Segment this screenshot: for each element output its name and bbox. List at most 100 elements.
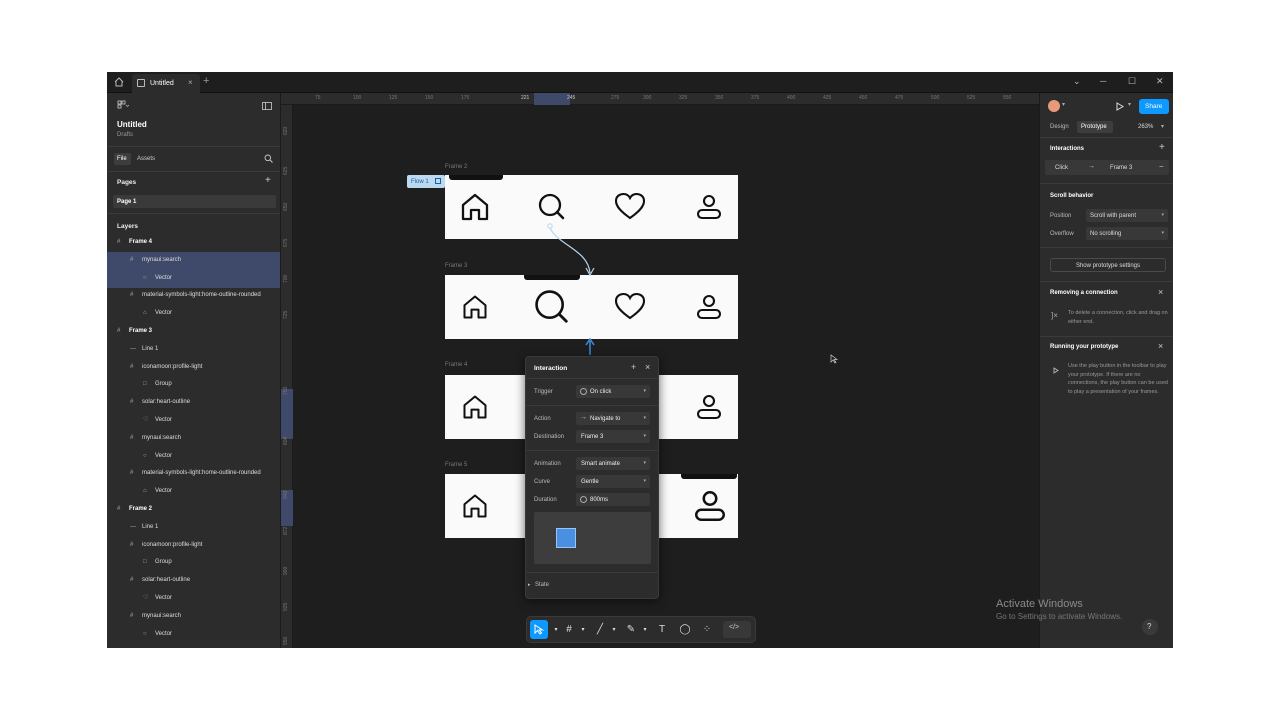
action-select[interactable]: → Navigate to ▾ <box>576 412 650 425</box>
interactions-title: Interactions <box>1050 146 1085 152</box>
overflow-select[interactable]: No scrolling ▾ <box>1086 227 1168 240</box>
layer-row[interactable]: # material-symbols-light:home-outline-rou… <box>107 287 280 305</box>
new-tab-button[interactable]: + <box>203 75 209 87</box>
frame-5-label[interactable]: Frame 5 <box>445 462 467 468</box>
close-icon[interactable]: × <box>1158 341 1163 351</box>
chevron-down-icon[interactable]: ▾ <box>576 623 590 637</box>
animation-select[interactable]: Smart animate ▾ <box>576 457 650 470</box>
close-window-button[interactable]: ✕ <box>1156 76 1164 87</box>
layer-row[interactable]: ○ Vector <box>107 269 280 288</box>
flow-play-icon[interactable] <box>435 178 441 184</box>
layer-label: material-symbols-light:home-outline-roun… <box>142 292 261 299</box>
help-button[interactable]: ? <box>1142 619 1158 635</box>
tab-design[interactable]: Design <box>1050 124 1069 130</box>
layer-label: Vector <box>155 274 173 281</box>
layer-row[interactable]: # mynaui:search <box>107 608 280 626</box>
state-label[interactable]: State <box>535 582 549 588</box>
home-icon[interactable] <box>114 77 124 87</box>
layer-row[interactable]: # solar:heart-outline <box>107 394 280 412</box>
duration-input[interactable]: 800ms <box>576 493 650 506</box>
file-name[interactable]: Untitled <box>117 120 147 129</box>
frame-2-label[interactable]: Frame 2 <box>445 164 467 170</box>
chevron-down-icon[interactable]: ▾ <box>1062 101 1065 108</box>
chevron-down-icon[interactable]: ▾ <box>638 623 652 637</box>
layer-row[interactable]: □ Group <box>107 554 280 572</box>
interaction-row[interactable]: Click → Frame 3 − <box>1045 160 1169 175</box>
remove-interaction-button[interactable]: − <box>1159 162 1164 171</box>
play-icon[interactable] <box>1116 102 1124 111</box>
layer-row[interactable]: ○ Vector <box>107 448 280 466</box>
trigger-select[interactable]: On click ▾ <box>576 385 650 398</box>
chevron-down-icon[interactable]: ▾ <box>549 623 563 637</box>
show-prototype-settings-button[interactable]: Show prototype settings <box>1050 258 1166 272</box>
tab-assets[interactable]: Assets <box>137 156 155 162</box>
layer-row[interactable]: # solar:heart-outline <box>107 572 280 590</box>
move-tool[interactable] <box>530 620 548 639</box>
tab-prototype[interactable]: Prototype <box>1077 121 1113 133</box>
maximize-button[interactable]: ☐ <box>1128 76 1136 87</box>
close-popup-button[interactable]: × <box>645 362 650 372</box>
layer-row[interactable]: # iconamoon:profile-light <box>107 537 280 555</box>
chevron-right-icon[interactable]: ▸ <box>528 582 531 588</box>
destination-label: Destination <box>534 434 565 440</box>
layer-row[interactable]: □ Group <box>107 376 280 394</box>
panel-toggle-icon[interactable] <box>262 102 272 110</box>
pen-tool-icon[interactable]: ✎ <box>624 623 638 637</box>
chevron-down-icon[interactable]: ▾ <box>607 623 621 637</box>
chevron-down-icon: ▾ <box>643 460 646 466</box>
trigger-value: On click <box>590 388 612 395</box>
chevron-down-icon[interactable]: ⌄ <box>1073 76 1081 87</box>
layer-type-icon: # <box>130 541 134 548</box>
canvas[interactable]: Flow 1 Frame 2 Frame 3 Frame 4 Frame 5 <box>293 105 1039 648</box>
zoom-level[interactable]: 263% <box>1138 124 1153 130</box>
text-tool-icon[interactable]: T <box>655 623 669 637</box>
share-button[interactable]: Share <box>1139 99 1169 114</box>
layer-row[interactable]: — Line 1 <box>107 519 280 537</box>
layer-row[interactable]: ⌂ Vector <box>107 305 280 323</box>
search-icon[interactable] <box>264 154 273 163</box>
layer-row[interactable]: ○ Vector <box>107 626 280 644</box>
layer-row[interactable]: # mynaui:search <box>107 251 280 270</box>
chevron-down-icon[interactable]: ▾ <box>1161 123 1164 130</box>
layer-row[interactable]: — Line 1 <box>107 341 280 359</box>
layer-row[interactable]: # Frame 4 <box>107 234 280 252</box>
flow-starting-point[interactable]: Flow 1 <box>407 175 445 188</box>
tab-file[interactable]: File <box>114 153 131 165</box>
layer-row[interactable]: # iconamoon:profile-light <box>107 359 280 377</box>
layer-row[interactable]: ⌂ Vector <box>107 483 280 501</box>
tab-untitled[interactable]: Untitled × <box>132 74 200 93</box>
add-interaction-button[interactable]: + <box>631 362 636 372</box>
dev-mode-toggle[interactable]: </> <box>723 621 751 638</box>
curve-select[interactable]: Gentle ▾ <box>576 475 650 488</box>
add-page-button[interactable]: + <box>265 175 271 186</box>
comment-tool-icon[interactable]: ◯ <box>678 623 692 637</box>
add-interaction-button[interactable]: + <box>1159 142 1165 153</box>
layer-row[interactable]: # mynaui:search <box>107 430 280 448</box>
avatar[interactable] <box>1048 100 1060 112</box>
layer-row[interactable]: # Frame 2 <box>107 501 280 519</box>
tab-close-icon[interactable]: × <box>188 78 193 87</box>
frame-4-label[interactable]: Frame 4 <box>445 362 467 368</box>
layer-row[interactable]: # Frame 3 <box>107 323 280 341</box>
actions-tool-icon[interactable]: ⁘ <box>700 623 714 637</box>
position-select[interactable]: Scroll with parent ▾ <box>1086 209 1168 222</box>
frame-3-label[interactable]: Frame 3 <box>445 263 467 269</box>
frame-2[interactable] <box>445 175 738 239</box>
minimize-button[interactable]: ─ <box>1100 76 1106 86</box>
page-item-1[interactable]: Page 1 <box>113 195 276 208</box>
frame-3[interactable] <box>445 275 738 339</box>
layer-row[interactable]: # material-symbols-light:home-outline-rou… <box>107 465 280 483</box>
destination-select[interactable]: Frame 3 ▾ <box>576 430 650 443</box>
line-tool-icon[interactable]: ╱ <box>593 623 607 637</box>
frame-tool-icon[interactable]: # <box>562 623 576 637</box>
main-menu-icon[interactable] <box>117 100 129 110</box>
layer-row[interactable]: ♡ Vector <box>107 590 280 608</box>
layer-row[interactable]: ♡ Vector <box>107 412 280 430</box>
chevron-down-icon[interactable]: ▾ <box>1128 101 1131 108</box>
layer-label: iconamoon:profile-light <box>142 363 203 370</box>
close-icon[interactable]: × <box>1158 287 1163 297</box>
layer-type-icon: # <box>130 399 134 406</box>
page-item-label: Page 1 <box>117 198 137 205</box>
trigger-label: Trigger <box>534 389 553 395</box>
file-icon <box>137 79 145 87</box>
